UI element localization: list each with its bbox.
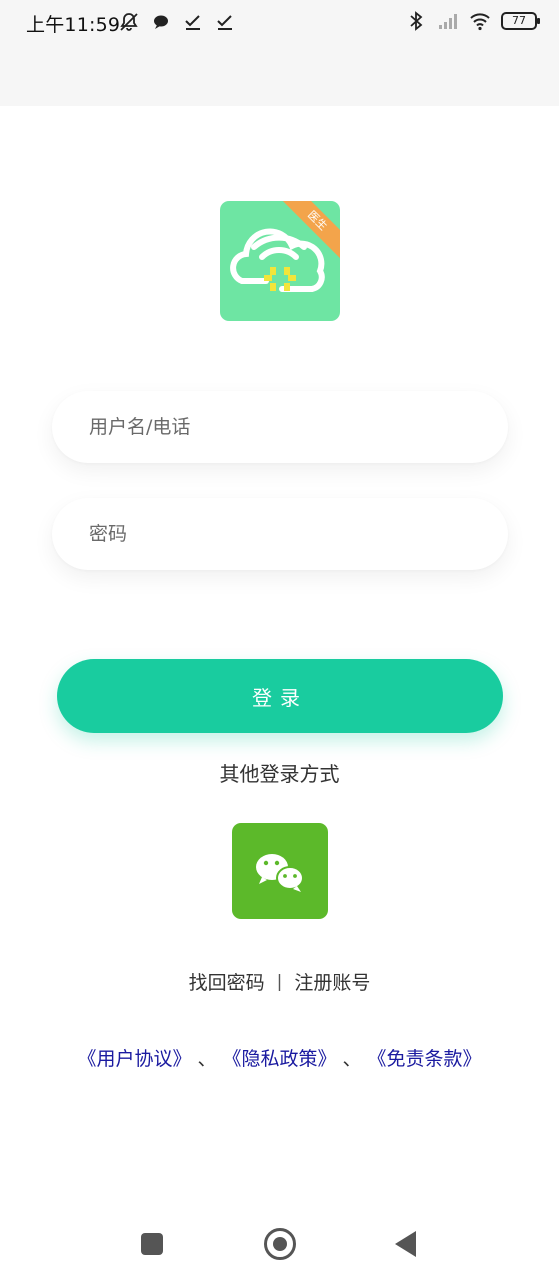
status-left-icons xyxy=(118,11,236,33)
register-link[interactable]: 注册账号 xyxy=(294,968,370,995)
login-button[interactable]: 登录 xyxy=(57,659,503,733)
battery-indicator: 77 xyxy=(501,12,540,30)
privacy-policy-link[interactable]: 《隐私政策》 xyxy=(222,1044,336,1071)
check-icon xyxy=(217,15,232,30)
system-nav-bar xyxy=(0,1210,559,1280)
signal-icon xyxy=(439,14,457,29)
username-input[interactable] xyxy=(52,391,508,463)
wifi-icon xyxy=(470,13,490,31)
password-field-container xyxy=(52,498,508,570)
wechat-icon xyxy=(256,854,304,892)
status-right-icons: 77 xyxy=(405,10,540,32)
user-agreement-link[interactable]: 《用户协议》 xyxy=(77,1044,191,1071)
mute-icon xyxy=(120,13,138,31)
app-logo: 医生 xyxy=(220,201,340,321)
back-icon[interactable] xyxy=(395,1231,416,1257)
account-links: 找回密码 | 注册账号 xyxy=(0,968,559,995)
check-icon xyxy=(185,15,200,30)
username-field-container xyxy=(52,391,508,463)
disclaimer-link[interactable]: 《免责条款》 xyxy=(368,1044,482,1071)
bluetooth-icon xyxy=(410,11,423,31)
home-icon[interactable] xyxy=(264,1228,296,1260)
password-input[interactable] xyxy=(52,498,508,570)
login-screen: 上午11:59 77 医生 用户名/电话 登录 其他登录方式 找回密码 | 注册… xyxy=(0,0,559,1280)
other-login-label: 其他登录方式 xyxy=(219,762,340,786)
agreement-separator: 、 xyxy=(197,1048,217,1070)
chat-bubble-icon xyxy=(154,15,168,29)
status-bar: 上午11:59 77 xyxy=(0,0,559,106)
recover-password-link[interactable]: 找回密码 xyxy=(189,968,265,995)
links-separator: | xyxy=(276,971,283,992)
wechat-login-button[interactable] xyxy=(232,823,328,919)
status-time: 上午11:59 xyxy=(26,14,121,36)
agreement-separator: 、 xyxy=(342,1048,362,1070)
recent-apps-icon[interactable] xyxy=(141,1233,163,1255)
agreements-links: 《用户协议》、《隐私政策》、《免责条款》 xyxy=(0,1044,559,1071)
